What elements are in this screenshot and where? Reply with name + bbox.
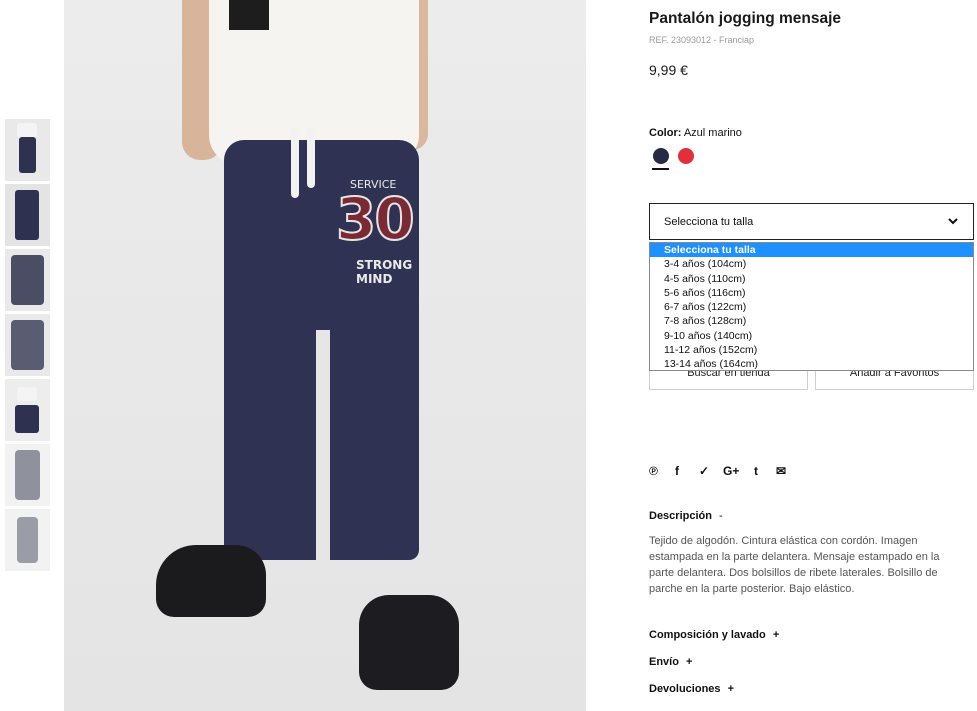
size-option[interactable]: 5-6 años (116cm) [650,286,973,300]
product-reference: REF. 23093012 - Franciap [649,35,755,45]
facebook-icon[interactable]: f [675,464,679,478]
thumbnail-7[interactable] [5,509,50,571]
description-toggle[interactable]: Descripción - [649,510,723,522]
pinterest-icon[interactable]: ℗ [649,464,658,478]
product-price: 9,99 € [649,62,688,78]
size-option[interactable]: 4-5 años (110cm) [650,272,973,286]
color-swatch-red[interactable] [678,148,694,164]
selected-swatch-indicator [652,168,669,170]
color-label-row: Color: Azul marino [649,127,742,139]
photo-shoe-left [156,545,266,617]
color-swatch-navy[interactable] [653,148,669,164]
thumbnail-print-detail [11,255,44,305]
thumbnail-3[interactable] [5,249,50,311]
expand-icon: + [772,629,780,641]
size-option[interactable]: Selecciona tu talla [650,243,973,258]
thumbnail-sitting-pants [15,405,39,433]
color-label: Color: [649,127,682,139]
photo-leg-gap [316,330,330,570]
twitter-icon[interactable]: ✓ [699,464,709,478]
section-heading: Composición y lavado [649,629,766,641]
photo-print-message: STRONG MIND [356,258,412,286]
size-option[interactable]: 3-4 años (104cm) [650,257,973,271]
collapse-icon: - [719,510,723,522]
color-value: Azul marino [683,127,742,139]
email-icon[interactable]: ✉ [776,464,786,478]
size-option[interactable]: 11-12 años (152cm) [650,343,973,357]
photo-print-line1: STRONG [356,258,413,272]
thumbnail-flat-front [15,450,40,500]
size-select-label: Selecciona tu talla [664,216,754,228]
photo-print-line2: MIND [356,272,393,286]
thumbnail-figure-pants [19,137,36,173]
thumbnail-figure-shirt [17,123,37,137]
returns-section-toggle[interactable]: Devoluciones + [649,683,734,695]
size-select[interactable]: Selecciona tu talla [649,203,974,240]
size-option[interactable]: 9-10 años (140cm) [650,329,973,343]
photo-sleeve [229,0,269,30]
thumbnail-2[interactable] [5,184,50,246]
size-option[interactable]: 7-8 años (128cm) [650,314,973,328]
section-heading: Envío [649,656,679,668]
shipping-section-toggle[interactable]: Envío + [649,656,692,668]
photo-drawstring-right [307,128,315,188]
composition-section-toggle[interactable]: Composición y lavado + [649,629,779,641]
expand-icon: + [686,656,693,668]
thumbnail-1[interactable] [5,119,50,181]
section-heading: Devoluciones [649,683,721,695]
main-product-image[interactable]: SERVICE 30 STRONG MIND [64,0,586,711]
thumbnail-pants [15,190,39,240]
description-text: Tejido de algodón. Cintura elástica con … [649,535,940,595]
thumbnail-sitting-shirt [17,387,37,401]
thumbnail-flat-back [17,517,38,563]
size-option[interactable]: 13-14 años (164cm) [650,357,973,371]
photo-shoe-right [359,595,459,690]
description-heading: Descripción [649,510,712,522]
expand-icon: + [727,683,735,695]
thumbnail-5[interactable] [5,379,50,441]
google-plus-icon[interactable]: G+ [723,464,739,478]
size-dropdown-list[interactable]: Selecciona tu talla 3-4 años (104cm) 4-5… [649,242,974,371]
thumbnail-6[interactable] [5,444,50,506]
size-option[interactable]: 6-7 años (122cm) [650,300,973,314]
photo-print-number: 30 [335,184,416,254]
product-title: Pantalón jogging mensaje [649,10,842,27]
thumbnail-back-detail [11,320,44,370]
thumbnail-4[interactable] [5,314,50,376]
chevron-down-icon [948,218,958,225]
tumblr-icon[interactable]: t [754,464,758,478]
photo-drawstring-left [291,128,299,198]
